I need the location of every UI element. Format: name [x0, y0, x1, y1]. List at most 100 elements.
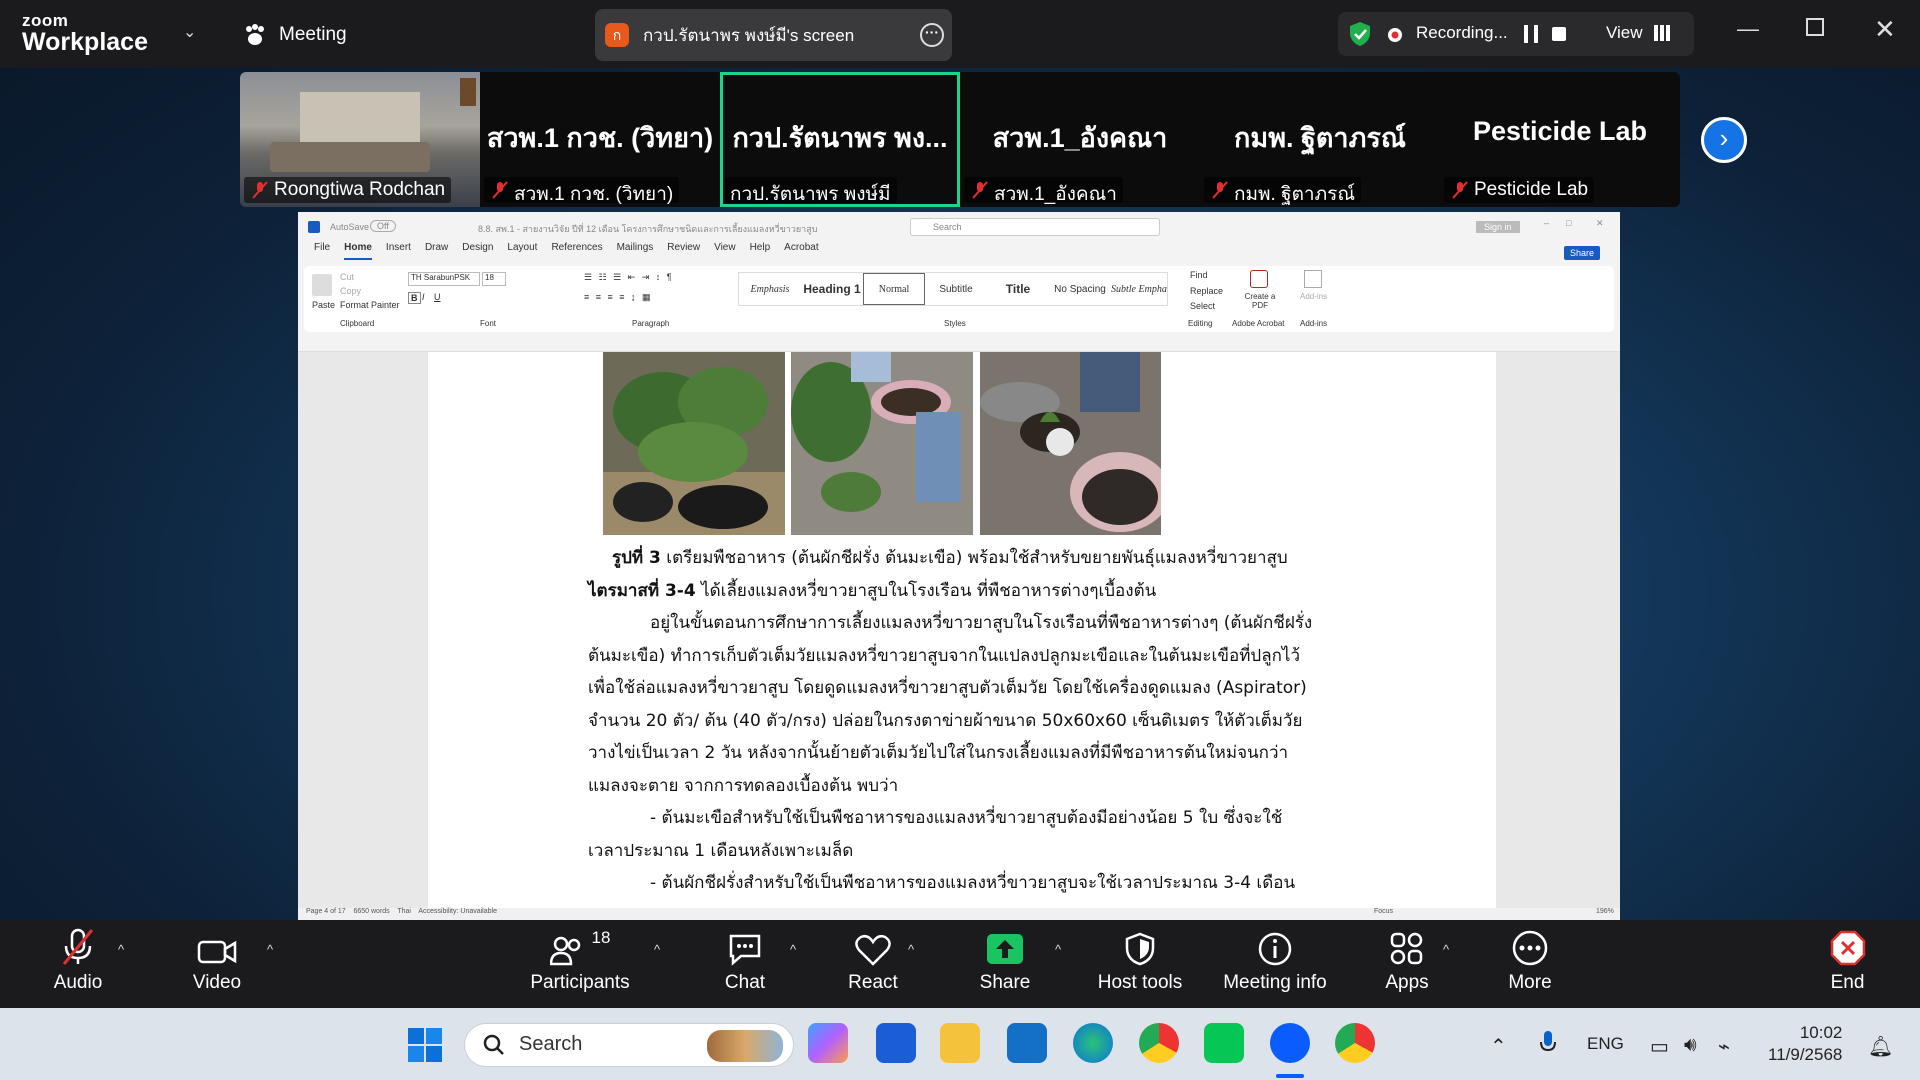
grid-view-icon[interactable] [1654, 25, 1670, 41]
more-options-icon[interactable]: ··· [920, 23, 944, 47]
tab-acrobat[interactable]: Acrobat [784, 242, 818, 260]
close-icon[interactable]: ✕ [1874, 14, 1896, 45]
copilot-icon[interactable] [808, 1023, 848, 1063]
find-button[interactable]: Find [1190, 270, 1208, 280]
minimize-icon[interactable]: — [1737, 16, 1759, 42]
tab-draw[interactable]: Draw [425, 242, 448, 260]
paste-icon[interactable] [312, 274, 332, 296]
horizontal-ruler[interactable] [298, 336, 1620, 352]
chrome-icon[interactable] [1139, 1023, 1179, 1063]
view-button[interactable]: View [1606, 23, 1643, 43]
chevron-up-icon[interactable]: ^ [1055, 942, 1061, 957]
end-meeting-button[interactable]: End [1810, 920, 1885, 1008]
word-restore-icon[interactable]: □ [1566, 218, 1571, 228]
host-tools-button[interactable]: Host tools [1090, 920, 1190, 1008]
style-normal[interactable]: Normal [863, 273, 925, 305]
cut-button[interactable]: Cut [340, 272, 354, 282]
add-ins-icon[interactable] [1304, 270, 1322, 288]
align-buttons[interactable]: ≡ ≡ ≡ ≡ ↨ ▦ [584, 292, 653, 303]
style-emphasis[interactable]: Emphasis [739, 284, 801, 295]
battery-icon[interactable]: ⌁ [1718, 1034, 1730, 1059]
tab-review[interactable]: Review [667, 242, 700, 260]
meeting-menu[interactable]: Meeting [243, 24, 347, 46]
edge-icon[interactable] [1073, 1023, 1113, 1063]
vs-code-icon[interactable] [876, 1023, 916, 1063]
page-count[interactable]: Page 4 of 17 [306, 908, 346, 915]
chevron-up-icon[interactable]: ^ [908, 942, 914, 957]
style-subtitle[interactable]: Subtitle [925, 284, 987, 295]
participant-tile[interactable]: สวพ.1 กวช. (วิทยา) สวพ.1 กวช. (วิทยา) [480, 72, 720, 207]
word-close-icon[interactable]: ✕ [1596, 218, 1604, 229]
chevron-up-icon[interactable]: ^ [1443, 942, 1449, 957]
paste-label[interactable]: Paste [312, 300, 335, 310]
microphone-icon[interactable] [1539, 1030, 1557, 1056]
apps-button[interactable]: Apps [1372, 920, 1442, 1008]
screen-share-indicator[interactable]: ก กวป.รัตนาพร พงษ์มี's screen ··· [595, 9, 952, 61]
participant-tile[interactable]: กมพ. ฐิตาภรณ์ กมพ. ฐิตาภรณ์ [1200, 72, 1440, 207]
outlook-icon[interactable] [1007, 1023, 1047, 1063]
format-painter-button[interactable]: Format Painter [340, 300, 400, 310]
zoom-level[interactable]: 196% [1596, 908, 1614, 915]
bold-button[interactable]: B [408, 292, 421, 304]
copy-button[interactable]: Copy [340, 286, 361, 296]
chat-button[interactable]: Chat [710, 920, 780, 1008]
word-search-box[interactable]: Search [910, 218, 1160, 236]
style-subtle-emphasis[interactable]: Subtle Emphasi [1111, 284, 1167, 295]
style-title[interactable]: Title [987, 282, 1049, 296]
video-button[interactable]: Video [180, 920, 254, 1008]
windows-start-icon[interactable] [408, 1028, 442, 1062]
signin-button[interactable]: Sign in [1476, 221, 1520, 233]
participants-button[interactable]: 18 Participants [520, 920, 640, 1008]
network-icon[interactable]: ▭ [1650, 1034, 1669, 1059]
participant-tile-active-speaker[interactable]: กวป.รัตนาพร พง... กวป.รัตนาพร พงษ์มี [720, 72, 960, 207]
tab-view[interactable]: View [714, 242, 736, 260]
word-share-button[interactable]: Share [1564, 246, 1601, 260]
focus-button[interactable]: Focus [1374, 908, 1393, 915]
taskbar-search[interactable]: Search [464, 1023, 794, 1067]
audio-button[interactable]: Audio [40, 920, 116, 1008]
file-explorer-icon[interactable] [940, 1023, 980, 1063]
chevron-up-icon[interactable]: ⌃ [1490, 1034, 1507, 1059]
input-language[interactable]: ENG [1587, 1034, 1624, 1054]
word-count[interactable]: 6650 words [353, 908, 389, 915]
share-screen-button[interactable]: Share [970, 920, 1040, 1008]
accessibility-status[interactable]: Accessibility: Unavailable [418, 908, 497, 915]
create-pdf-icon[interactable] [1250, 270, 1268, 288]
font-size-select[interactable]: 18 [482, 272, 506, 286]
add-ins-label[interactable]: Add-ins [1300, 292, 1327, 301]
tab-references[interactable]: References [551, 242, 602, 260]
zoom-app-icon[interactable] [1270, 1023, 1310, 1063]
security-shield-icon[interactable] [1348, 21, 1372, 47]
react-button[interactable]: React [838, 920, 908, 1008]
tab-design[interactable]: Design [462, 242, 493, 260]
autosave-toggle[interactable]: Off [370, 220, 396, 232]
tab-help[interactable]: Help [750, 242, 771, 260]
tab-insert[interactable]: Insert [386, 242, 411, 260]
stop-recording-icon[interactable] [1552, 27, 1566, 41]
style-heading1[interactable]: Heading 1 [801, 282, 863, 296]
chrome-profile-icon[interactable] [1335, 1023, 1375, 1063]
style-no-spacing[interactable]: No Spacing [1049, 284, 1111, 295]
document-page[interactable]: รูปที่ 3 เตรียมพืชอาหาร (ต้นผักชีฝรั่ง ต… [428, 352, 1496, 912]
tab-file[interactable]: File [314, 242, 330, 260]
chevron-down-icon[interactable]: ⌄ [183, 22, 196, 42]
tab-layout[interactable]: Layout [507, 242, 537, 260]
language-status[interactable]: Thai [397, 908, 411, 915]
italic-button[interactable]: I [422, 292, 425, 302]
chevron-up-icon[interactable]: ^ [267, 942, 273, 957]
chevron-up-icon[interactable]: ^ [654, 942, 660, 957]
more-button[interactable]: More [1495, 920, 1565, 1008]
select-button[interactable]: Select [1190, 301, 1215, 311]
font-name-select[interactable]: TH SarabunPSK [408, 272, 480, 286]
line-app-icon[interactable] [1204, 1023, 1244, 1063]
volume-icon[interactable]: 🔊︎ [1684, 1034, 1697, 1057]
next-page-arrow-icon[interactable]: › [1701, 117, 1747, 163]
chevron-up-icon[interactable]: ^ [118, 942, 124, 957]
underline-button[interactable]: U [434, 292, 441, 302]
clock[interactable]: 10:02 11/9/2568 [1768, 1022, 1842, 1066]
participant-tile[interactable]: สวพ.1_อังคณา สวพ.1_อังคณา [960, 72, 1200, 207]
tab-mailings[interactable]: Mailings [617, 242, 654, 260]
list-buttons[interactable]: ☰ ☷ ☰ ⇤ ⇥ ↕ ¶ [584, 272, 674, 283]
participant-tile[interactable]: Pesticide Lab Pesticide Lab [1440, 72, 1680, 207]
pause-recording-icon[interactable] [1524, 25, 1538, 43]
